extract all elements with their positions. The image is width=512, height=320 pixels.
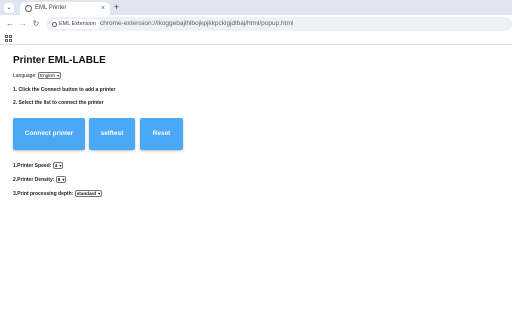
instruction-1: 1. Click the Connect button to add a pri… — [13, 87, 116, 93]
language-select[interactable]: English ▾ — [38, 72, 62, 80]
printer-speed-value: 4 — [54, 163, 58, 168]
back-icon[interactable]: ← — [4, 18, 16, 30]
printer-density-select[interactable]: 8 ▾ — [55, 176, 67, 183]
browser-tab[interactable]: EML Printer × — [20, 2, 110, 15]
language-label: Language: — [13, 73, 37, 79]
chevron-down-icon: ▾ — [57, 73, 60, 79]
tab-title: EML Printer — [35, 5, 67, 11]
print-depth-label: 3.Print processing depth: — [13, 190, 74, 197]
printer-speed-select[interactable]: 4 ▾ — [52, 162, 64, 169]
printer-density-value: 8 — [57, 177, 61, 182]
selftest-button[interactable]: selftest — [89, 118, 135, 150]
bookmarks-bar — [0, 33, 512, 45]
chevron-down-icon: ▾ — [98, 191, 101, 196]
printer-speed-row: 1.Printer Speed: 4 ▾ — [13, 162, 64, 170]
popup-content: Printer EML-LABLE Language: English ▾ 1. … — [13, 54, 493, 197]
connect-printer-button[interactable]: Connect printer — [13, 118, 85, 150]
print-depth-value: standard — [76, 191, 97, 196]
printer-density-row: 2.Printer Density: 8 ▾ — [13, 176, 67, 184]
print-depth-row: 3.Print processing depth: standard ▾ — [13, 190, 103, 198]
browser-toolbar: ← → ↻ EML Extension chrome-extension://l… — [0, 15, 512, 33]
language-value: English — [40, 73, 56, 79]
language-row: Language: English ▾ — [13, 72, 62, 80]
tab-search-icon[interactable]: ⌄ — [4, 3, 14, 13]
site-info-chip[interactable]: EML Extension — [50, 19, 100, 29]
reload-icon[interactable]: ↻ — [30, 18, 42, 30]
forward-icon[interactable]: → — [17, 18, 29, 30]
new-tab-button[interactable]: + — [114, 2, 119, 13]
close-icon[interactable]: × — [101, 4, 105, 13]
chevron-down-icon: ▾ — [62, 177, 65, 182]
printer-density-label: 2.Printer Density: — [13, 176, 55, 183]
globe-icon — [25, 5, 32, 12]
url-text[interactable]: chrome-extension://lkoggebajlhlbojkpjkkp… — [100, 19, 293, 29]
instruction-2: 2. Select the list to connect the printe… — [13, 100, 104, 106]
tab-strip: ⌄ EML Printer × + — [0, 0, 512, 15]
chevron-down-icon: ▾ — [59, 163, 62, 168]
printer-speed-label: 1.Printer Speed: — [13, 162, 52, 169]
reset-button[interactable]: Reset — [140, 118, 183, 150]
extension-icon — [52, 21, 57, 27]
print-depth-select[interactable]: standard ▾ — [74, 190, 103, 197]
apps-grid-icon[interactable] — [5, 35, 12, 42]
address-bar[interactable]: EML Extension chrome-extension://lkoggeb… — [46, 17, 512, 31]
page-title: Printer EML-LABLE — [13, 55, 106, 66]
site-chip-label: EML Extension — [59, 21, 96, 27]
